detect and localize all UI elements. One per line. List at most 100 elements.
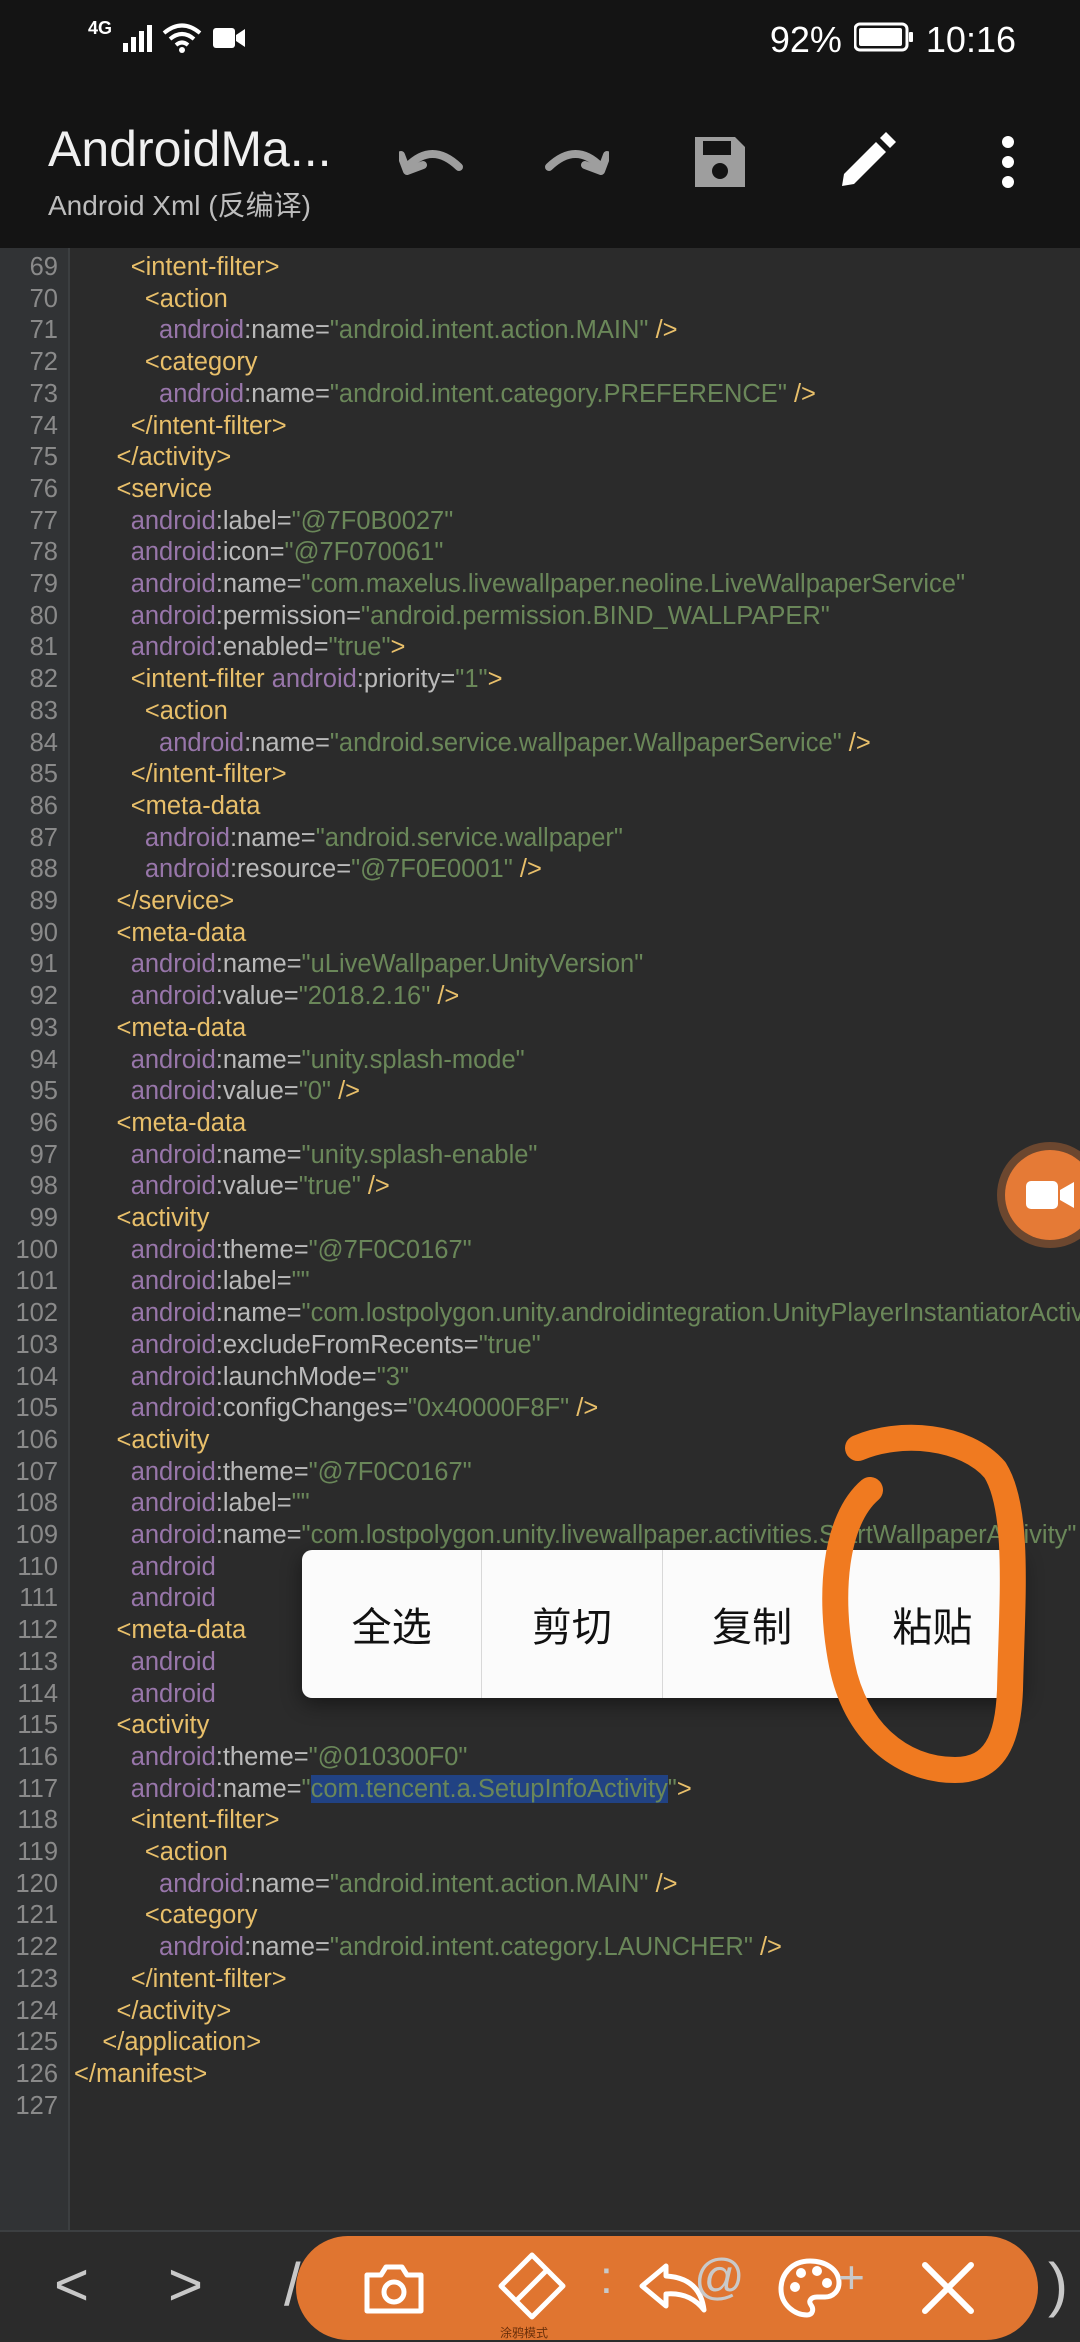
code-line[interactable]: 85 </intent-filter> [0,759,1080,791]
code-token: /> [430,982,460,1011]
code-line[interactable]: 87 android:name="android.service.wallpap… [0,823,1080,855]
code-line[interactable]: 121 <category [0,1900,1080,1932]
code-token: android [130,1552,216,1581]
eraser-button[interactable] [494,2248,570,2324]
code-line[interactable]: 72 <category [0,347,1080,379]
eraser-icon [498,2252,566,2320]
code-editor[interactable]: 69 <intent-filter> 70 <action 71 android:n… [0,248,1080,2230]
code-line[interactable]: 117 android:name="com.tencent.a.SetupInf… [0,1774,1080,1806]
battery-percent: 92% [769,19,842,60]
cursor-left-button[interactable]: < [54,2250,89,2319]
code-line[interactable]: 101 android:label="" [0,1266,1080,1298]
code-line[interactable]: 90 <meta-data [0,918,1080,950]
code-line[interactable]: 115 <activity [0,1710,1080,1742]
code-line[interactable]: 105 android:configChanges="0x40000F8F" /… [0,1393,1080,1425]
cursor-right-button[interactable]: > [168,2250,203,2319]
palette-button[interactable] [772,2250,848,2326]
code-line[interactable]: 123 </intent-filter> [0,1964,1080,1996]
code-line[interactable]: 122 android:name="android.intent.categor… [0,1932,1080,1964]
code-line[interactable]: 70 <action [0,284,1080,316]
clock: 10:16 [925,19,1016,60]
code-line[interactable]: 103 android:excludeFromRecents="true" [0,1330,1080,1362]
plus-key[interactable]: + [838,2250,865,2304]
code-line[interactable]: 106 <activity [0,1425,1080,1457]
code-line[interactable]: 73 android:name="android.intent.category… [0,379,1080,411]
code-line[interactable]: 119 <action [0,1837,1080,1869]
code-token: > [487,665,503,694]
code-line[interactable]: 98 android:value="true" /> [0,1171,1080,1203]
code-token: </activity> [116,1996,232,2025]
code-token: :permission= [215,601,362,630]
code-line[interactable]: 76 <service [0,474,1080,506]
code-line[interactable]: 92 android:value="2018.2.16" /> [0,981,1080,1013]
cut-button[interactable]: 剪切 [482,1550,663,1698]
code-line[interactable]: 79 android:name="com.maxelus.livewallpap… [0,569,1080,601]
code-token: android [130,982,216,1011]
code-line[interactable]: 69 <intent-filter> [0,252,1080,284]
code-token: android [130,570,216,598]
close-doodle-button[interactable] [910,2250,986,2326]
code-token: android [130,1521,216,1549]
colon-key[interactable]: : [600,2250,613,2304]
code-line[interactable]: 126 </manifest> [0,2059,1080,2091]
code-line[interactable]: 125 </application> [0,2027,1080,2059]
code-line[interactable]: 109 android:name="com.lostpolygon.unity.… [0,1520,1080,1552]
code-line[interactable]: 91 android:name="uLiveWallpaper.UnityVer… [0,949,1080,981]
code-line[interactable]: 97 android:name="unity.splash-enable" [0,1140,1080,1172]
line-number: 107 [15,1457,58,1486]
code-line[interactable]: 107 android:theme="@7F0C0167" [0,1457,1080,1489]
select-all-button[interactable]: 全选 [302,1550,483,1698]
code-line[interactable]: 89 </service> [0,886,1080,918]
code-line[interactable]: 75 </activity> [0,442,1080,474]
code-line[interactable]: 118 <intent-filter> [0,1805,1080,1837]
at-key[interactable]: @ [694,2248,745,2306]
code-line[interactable]: 88 android:resource="@7F0E0001" /> [0,854,1080,886]
code-line[interactable]: 81 android:enabled="true"> [0,632,1080,664]
paste-button[interactable]: 粘贴 [843,1550,1022,1698]
line-number: 92 [29,982,58,1011]
code-text: <action [74,1837,228,1869]
code-text: <category [74,1900,258,1932]
code-line[interactable]: 93 <meta-data [0,1013,1080,1045]
code-line[interactable]: 102 android:name="com.lostpolygon.unity.… [0,1298,1080,1330]
code-line[interactable]: 82 <intent-filter android:priority="1"> [0,664,1080,696]
code-token: " [301,1774,311,1803]
code-line[interactable]: 124 </activity> [0,1996,1080,2028]
code-line[interactable]: 94 android:name="unity.splash-mode" [0,1045,1080,1077]
redo-button[interactable] [538,124,614,200]
code-line[interactable]: 77 android:label="@7F0B0027" [0,506,1080,538]
code-token: android [130,601,216,630]
code-line[interactable]: 74 </intent-filter> [0,411,1080,443]
code-line[interactable]: 100 android:theme="@7F0C0167" [0,1235,1080,1267]
code-line[interactable]: 116 android:theme="@010300F0" [0,1742,1080,1774]
save-button[interactable] [682,124,758,200]
code-line[interactable]: 99 <activity [0,1203,1080,1235]
code-token: :value= [215,982,299,1011]
screenshot-button[interactable] [356,2250,432,2326]
code-line[interactable]: 95 android:value="0" /> [0,1076,1080,1108]
code-line[interactable]: 104 android:launchMode="3" [0,1362,1080,1394]
code-line[interactable]: 108 android:label="" [0,1488,1080,1520]
code-line[interactable]: 83 <action [0,696,1080,728]
code-line[interactable]: 78 android:icon="@7F070061" [0,537,1080,569]
code-line[interactable]: 127 [0,2091,1080,2123]
code-line[interactable]: 84 android:name="android.service.wallpap… [0,728,1080,760]
code-token: /> [331,1077,361,1106]
undo-button[interactable] [394,124,470,200]
code-token: <action [144,1838,228,1866]
more-options-button[interactable] [970,124,1046,200]
code-line[interactable]: 71 android:name="android.intent.action.M… [0,315,1080,347]
line-number: 120 [15,1869,58,1898]
code-text: android:name="android.intent.category.PR… [74,379,816,411]
code-line[interactable]: 96 <meta-data [0,1108,1080,1140]
paren-key[interactable]: ) [1048,2250,1068,2319]
code-line[interactable]: 86 <meta-data [0,791,1080,823]
code-line[interactable]: 120 android:name="android.intent.action.… [0,1869,1080,1901]
code-line[interactable]: 80 android:permission="android.permissio… [0,601,1080,633]
edit-button[interactable] [828,124,904,200]
copy-button[interactable]: 复制 [663,1550,843,1698]
